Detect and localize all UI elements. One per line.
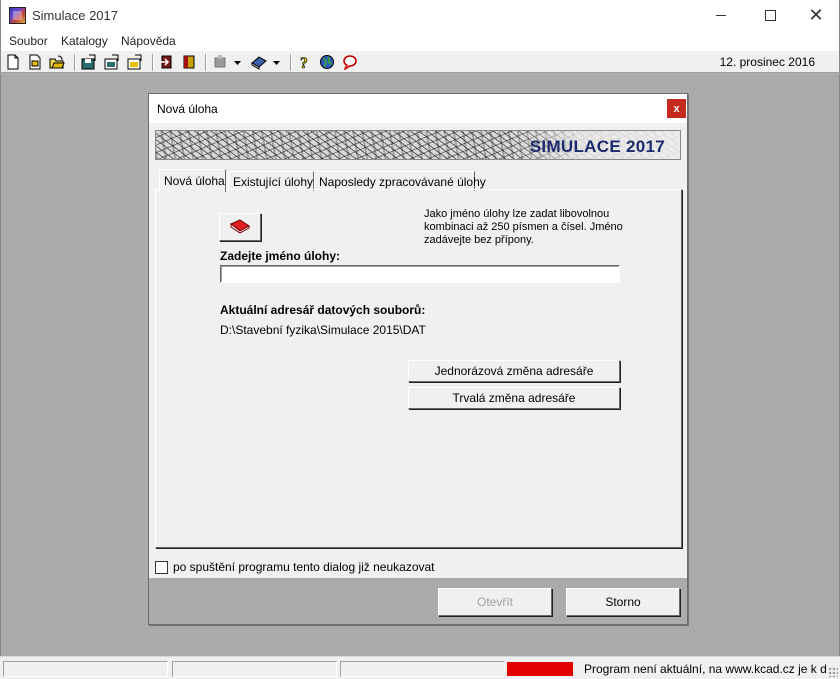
open-button[interactable]: Otevřít	[438, 588, 552, 616]
save-icon[interactable]	[81, 54, 97, 70]
tab-label: Existující úlohy	[233, 175, 314, 189]
permanent-dir-change-button[interactable]: Trvalá změna adresáře	[408, 387, 620, 409]
menu-napoveda[interactable]: Nápověda	[121, 34, 176, 48]
button-label: Jednorázová změna adresáře	[434, 364, 594, 378]
toolbar-separator	[152, 54, 154, 71]
dialog-footer: Otevřít Storno	[149, 578, 687, 624]
book-red-icon[interactable]	[181, 54, 197, 70]
status-bar: Program není aktuální, na www.kcad.cz je…	[0, 656, 840, 679]
update-alert-indicator	[507, 662, 573, 676]
minimize-button[interactable]	[698, 0, 744, 31]
button-label: Trvalá změna adresáře	[452, 391, 576, 405]
tab-existing-tasks[interactable]: Existující úlohy	[228, 171, 314, 191]
tab-label: Nová úloha	[164, 174, 225, 188]
open-folder-icon[interactable]	[49, 54, 65, 70]
close-button[interactable]: ✕	[793, 0, 839, 31]
toolbar-separator	[74, 54, 76, 71]
status-message: Program není aktuální, na www.kcad.cz je…	[584, 662, 826, 676]
status-panel	[172, 661, 337, 677]
menu-soubor[interactable]: Soubor	[9, 34, 48, 48]
tab-recent-tasks[interactable]: Naposledy zpracovávané úlohy	[314, 171, 486, 191]
maximize-button[interactable]	[747, 0, 793, 31]
info-text: Jako jméno úlohy lze zadat libovolnou ko…	[424, 208, 623, 246]
data-directory-label: Aktuální adresář datových souborů:	[220, 303, 426, 317]
app-icon[interactable]	[9, 7, 26, 24]
web-icon[interactable]	[319, 54, 335, 70]
svg-text:?: ?	[300, 55, 308, 70]
one-time-dir-change-button[interactable]: Jednorázová změna adresáře	[408, 360, 620, 382]
help-icon[interactable]: ?	[297, 54, 313, 73]
chat-icon[interactable]	[342, 54, 358, 71]
save-as-icon[interactable]	[104, 54, 120, 70]
task-name-label: Zadejte jméno úlohy:	[220, 249, 341, 263]
close-icon: x	[673, 102, 680, 115]
toolbar-separator	[205, 54, 207, 71]
banner-title: SIMULACE 2017	[529, 137, 665, 156]
window-title: Simulace 2017	[32, 8, 118, 23]
toolbar: ? 12. prosinec 2016	[0, 51, 840, 73]
catalog-dropdown-icon[interactable]	[251, 54, 267, 70]
tab-panel: Jako jméno úlohy lze zadat libovolnou ko…	[155, 189, 682, 548]
status-panel	[340, 661, 505, 677]
dialog-title: Nová úloha	[157, 102, 218, 116]
menu-bar: Soubor Katalogy Nápověda	[0, 31, 840, 51]
new-task-dialog: Nová úloha x SIMULACE 2017 Nová úloha Ex…	[148, 93, 688, 625]
dont-show-checkbox-row[interactable]: po spuštění programu tento dialog již ne…	[155, 560, 435, 574]
product-banner: SIMULACE 2017	[155, 130, 681, 160]
minimize-icon	[716, 15, 726, 16]
toolbar-separator	[290, 54, 292, 71]
title-bar: Simulace 2017 ✕	[0, 0, 840, 31]
chevron-down-icon[interactable]	[233, 54, 243, 70]
menu-katalogy[interactable]: Katalogy	[61, 34, 108, 48]
tab-new-task[interactable]: Nová úloha	[159, 169, 226, 192]
button-label: Otevřít	[476, 595, 513, 609]
exit-icon[interactable]	[159, 54, 175, 70]
maximize-icon	[764, 10, 776, 21]
current-date: 12. prosinec 2016	[719, 55, 815, 69]
tab-label: Naposledy zpracovávané úlohy	[319, 175, 486, 189]
book-icon	[230, 219, 250, 234]
chevron-down-icon[interactable]	[272, 54, 282, 70]
cancel-button[interactable]: Storno	[566, 588, 680, 616]
dont-show-checkbox-label: po spuštění programu tento dialog již ne…	[173, 560, 435, 574]
open-file-icon[interactable]	[27, 54, 43, 70]
status-panel	[3, 661, 168, 677]
dialog-close-button[interactable]: x	[667, 99, 686, 118]
task-name-input[interactable]	[220, 265, 620, 283]
tool-dropdown-icon[interactable]	[212, 54, 228, 70]
dialog-title-bar: Nová úloha x	[149, 94, 687, 123]
save-all-icon[interactable]	[127, 54, 143, 70]
new-file-icon[interactable]	[5, 54, 21, 70]
resize-grip[interactable]	[828, 667, 838, 677]
data-directory-path: D:\Stavební fyzika\Simulace 2015\DAT	[220, 323, 426, 337]
book-button[interactable]	[219, 213, 261, 241]
button-label: Storno	[605, 595, 641, 609]
dont-show-checkbox[interactable]	[155, 560, 168, 574]
close-icon: ✕	[808, 5, 824, 25]
